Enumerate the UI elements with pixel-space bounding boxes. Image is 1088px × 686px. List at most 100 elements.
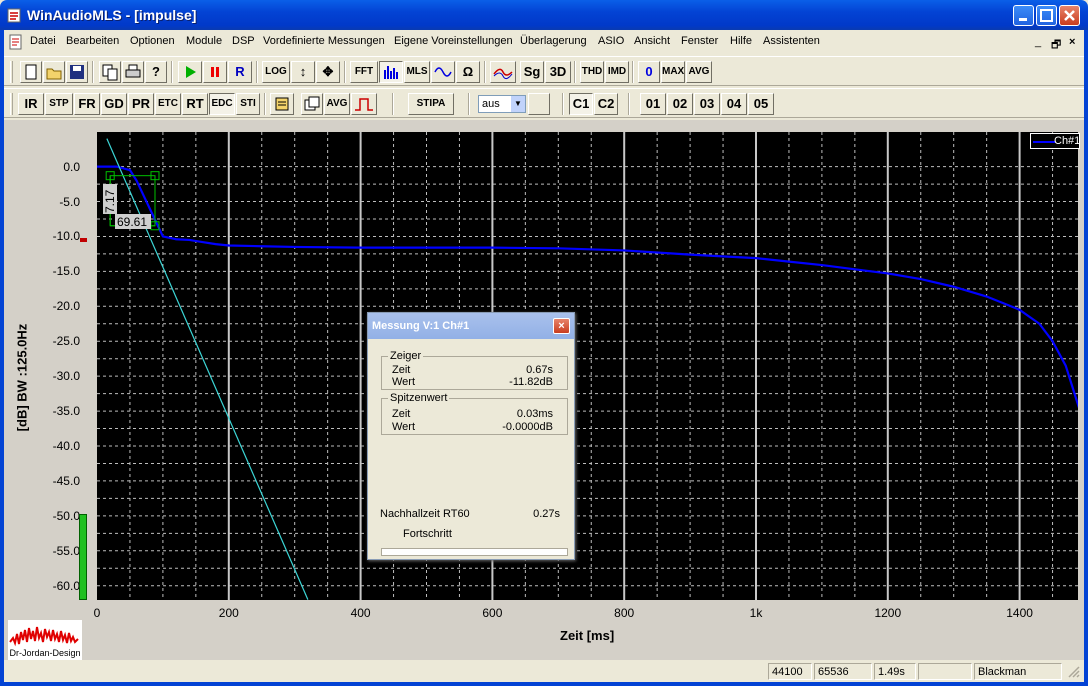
gd-button[interactable]: GD (101, 93, 127, 115)
select-apply-button[interactable] (528, 93, 550, 115)
pulse-button[interactable] (351, 93, 377, 115)
max-button[interactable]: MAX (661, 61, 685, 83)
pause-button[interactable] (203, 61, 227, 83)
stipa-button[interactable]: STIPA (408, 93, 454, 115)
sg-button[interactable]: Sg (520, 61, 544, 83)
rt60-value: 0.27s (533, 508, 560, 520)
menu-hilfe[interactable]: Hilfe (730, 35, 752, 47)
window-function-icon (275, 97, 289, 111)
preset-01-button[interactable]: 01 (640, 93, 666, 115)
menu-ueberlagerung[interactable]: Überlagerung (520, 35, 587, 47)
measurement-dialog[interactable]: Messung V:1 Ch#1 × Zeiger Zeit 0.67s Wer… (367, 312, 575, 560)
x-tick-label: 1200 (874, 606, 902, 620)
menu-asio[interactable]: ASIO (598, 35, 624, 47)
y-tick-label: -25.0 (52, 334, 80, 349)
status-length: 65536 (814, 663, 872, 680)
stp-button[interactable]: STP (45, 93, 73, 115)
zeiger-zeit-value: 0.67s (526, 364, 553, 376)
toolbar-grip[interactable] (10, 61, 13, 83)
menu-bearbeiten[interactable]: Bearbeiten (66, 35, 119, 47)
dialog-title[interactable]: Messung V:1 Ch#1 (368, 313, 574, 339)
spitzenwert-group-title: Spitzenwert (388, 392, 450, 404)
window-select[interactable]: aus ▼ (478, 95, 526, 113)
filter-button[interactable] (490, 61, 516, 83)
open-button[interactable] (43, 61, 65, 83)
analysis-toolbar: IR STP FR GD PR ETC RT EDC STI AVG STIPA… (4, 88, 1084, 118)
rt-button[interactable]: RT (182, 93, 208, 115)
zero-button[interactable]: 0 (638, 61, 660, 83)
menu-bar: Datei Bearbeiten Optionen Module DSP Vor… (4, 30, 1084, 54)
fr-button[interactable]: FR (74, 93, 100, 115)
copy-button[interactable] (99, 61, 121, 83)
move-button[interactable]: ✥ (316, 61, 340, 83)
menu-vordefinierte-messungen[interactable]: Vordefinierte Messungen (263, 35, 385, 47)
pulse-icon (355, 98, 373, 111)
channel-c1-button[interactable]: C1 (569, 93, 593, 115)
mdi-close-button[interactable]: × (1069, 36, 1075, 48)
avg-button[interactable]: AVG (686, 61, 712, 83)
title-bar[interactable]: WinAudioMLS - [impulse] (0, 0, 1088, 30)
dialog-close-button[interactable]: × (553, 318, 570, 334)
toolbar-grip[interactable] (10, 93, 13, 115)
window-tool-button[interactable] (270, 93, 294, 115)
spitzenwert-group: Spitzenwert Zeit 0.03ms Wert -0.0000dB (381, 392, 568, 435)
imd-button[interactable]: IMD (605, 61, 629, 83)
chevron-down-icon[interactable]: ▼ (511, 96, 525, 112)
floppy-icon (70, 65, 84, 79)
mls-button[interactable]: MLS (404, 61, 430, 83)
mdi-minimize-button[interactable]: _ (1035, 36, 1041, 48)
duplicate-button[interactable] (301, 93, 323, 115)
menu-optionen[interactable]: Optionen (130, 35, 175, 47)
vertical-zoom-button[interactable]: ↕ (291, 61, 315, 83)
pause-icon (211, 67, 219, 77)
level-marker (80, 238, 87, 242)
channel-c2-button[interactable]: C2 (594, 93, 618, 115)
pr-button[interactable]: PR (128, 93, 154, 115)
preset-02-button[interactable]: 02 (667, 93, 693, 115)
document-icon[interactable] (8, 34, 24, 50)
dr-jordan-logo: Dr-Jordan-Design (8, 620, 82, 660)
preset-03-button[interactable]: 03 (694, 93, 720, 115)
menu-eigene-voreinstellungen[interactable]: Eigene Voreinstellungen (394, 35, 513, 47)
menu-fenster[interactable]: Fenster (681, 35, 718, 47)
preset-04-button[interactable]: 04 (721, 93, 747, 115)
3d-button[interactable]: 3D (545, 61, 571, 83)
close-button[interactable] (1059, 5, 1080, 26)
preset-05-button[interactable]: 05 (748, 93, 774, 115)
log-button[interactable]: LOG (262, 61, 290, 83)
impedance-button[interactable]: Ω (456, 61, 480, 83)
new-button[interactable] (20, 61, 42, 83)
mdi-restore-button[interactable]: 🗗 (1051, 36, 1061, 55)
menu-assistenten[interactable]: Assistenten (763, 35, 820, 47)
sti-button[interactable]: STI (236, 93, 260, 115)
print-button[interactable] (122, 61, 144, 83)
waveform-button[interactable] (431, 61, 455, 83)
save-button[interactable] (66, 61, 88, 83)
play-button[interactable] (178, 61, 202, 83)
zeiger-wert-label: Wert (392, 376, 416, 388)
avg2-button[interactable]: AVG (324, 93, 350, 115)
ir-button[interactable]: IR (18, 93, 44, 115)
fft-button[interactable]: FFT (350, 61, 378, 83)
menu-ansicht[interactable]: Ansicht (634, 35, 670, 47)
minimize-button[interactable] (1013, 5, 1034, 26)
edc-chart[interactable]: 7.1769.61 (97, 132, 1078, 600)
thd-button[interactable]: THD (580, 61, 604, 83)
etc-button[interactable]: ETC (155, 93, 181, 115)
spitzen-zeit-value: 0.03ms (516, 408, 553, 420)
menu-datei[interactable]: Datei (30, 35, 56, 47)
help-button[interactable]: ? (145, 61, 167, 83)
spectrum-button[interactable] (379, 61, 403, 83)
edc-button[interactable]: EDC (209, 93, 235, 115)
menu-dsp[interactable]: DSP (232, 35, 255, 47)
legend-series-label: Ch#1 (1054, 135, 1081, 147)
repeat-button[interactable]: R (228, 61, 252, 83)
cursor-label-ms: 69.61 (117, 215, 147, 229)
maximize-button[interactable] (1036, 5, 1057, 26)
resize-grip-icon[interactable] (1066, 664, 1080, 678)
menu-module[interactable]: Module (186, 35, 222, 47)
separator (256, 61, 258, 83)
plot-background (97, 132, 1078, 600)
legend: Ch#1 (1030, 133, 1080, 149)
x-tick-label: 400 (350, 606, 371, 620)
